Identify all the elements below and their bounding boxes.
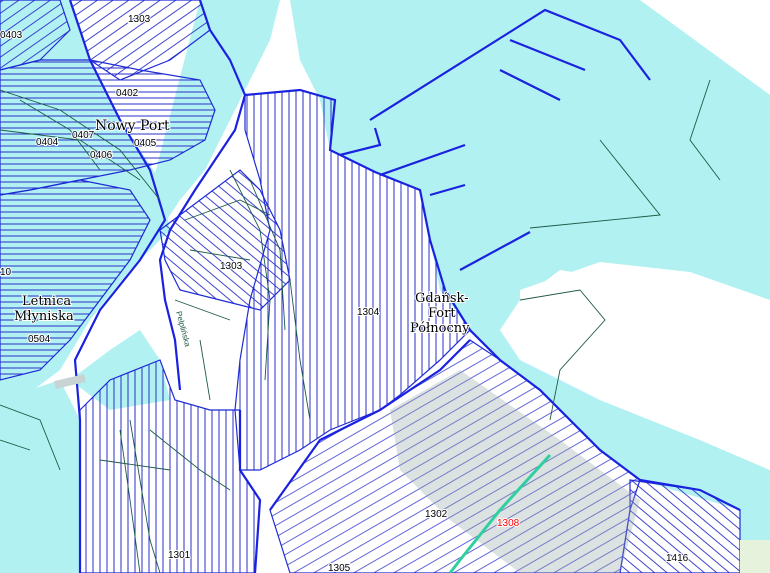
code-0405: 0405 — [134, 138, 157, 149]
label-mlyniska: Młyniska — [14, 309, 74, 324]
code-10-edge: 10 — [0, 267, 12, 278]
code-1308: 1308 — [497, 518, 520, 529]
label-polnocny: Północny — [410, 321, 470, 336]
code-0406: 0406 — [90, 150, 113, 161]
code-1302: 1302 — [425, 509, 448, 520]
cadastral-zone-map[interactable]: Nowy Port Letnica Młyniska Gdańsk- Fort … — [0, 0, 770, 573]
code-0504: 0504 — [28, 334, 51, 345]
label-letnica: Letnica — [22, 294, 71, 309]
code-1304: 1304 — [357, 307, 380, 318]
code-1305: 1305 — [328, 563, 351, 573]
code-1301: 1301 — [168, 550, 191, 561]
map-canvas[interactable]: Nowy Port Letnica Młyniska Gdańsk- Fort … — [0, 0, 770, 573]
code-1303: 1303 — [220, 261, 243, 272]
code-0407: 0407 — [72, 130, 95, 141]
green-parcel — [740, 540, 770, 573]
label-fort: Fort — [428, 306, 456, 321]
label-nowy-port: Nowy Port — [95, 118, 170, 134]
code-0403: 0403 — [0, 30, 23, 41]
code-0402: 0402 — [116, 88, 139, 99]
code-1303-top: 1303 — [128, 14, 151, 25]
code-0404: 0404 — [36, 137, 59, 148]
label-gdansk: Gdańsk- — [415, 291, 469, 306]
code-1416: 1416 — [666, 553, 689, 564]
lower-canal-water — [0, 380, 80, 573]
